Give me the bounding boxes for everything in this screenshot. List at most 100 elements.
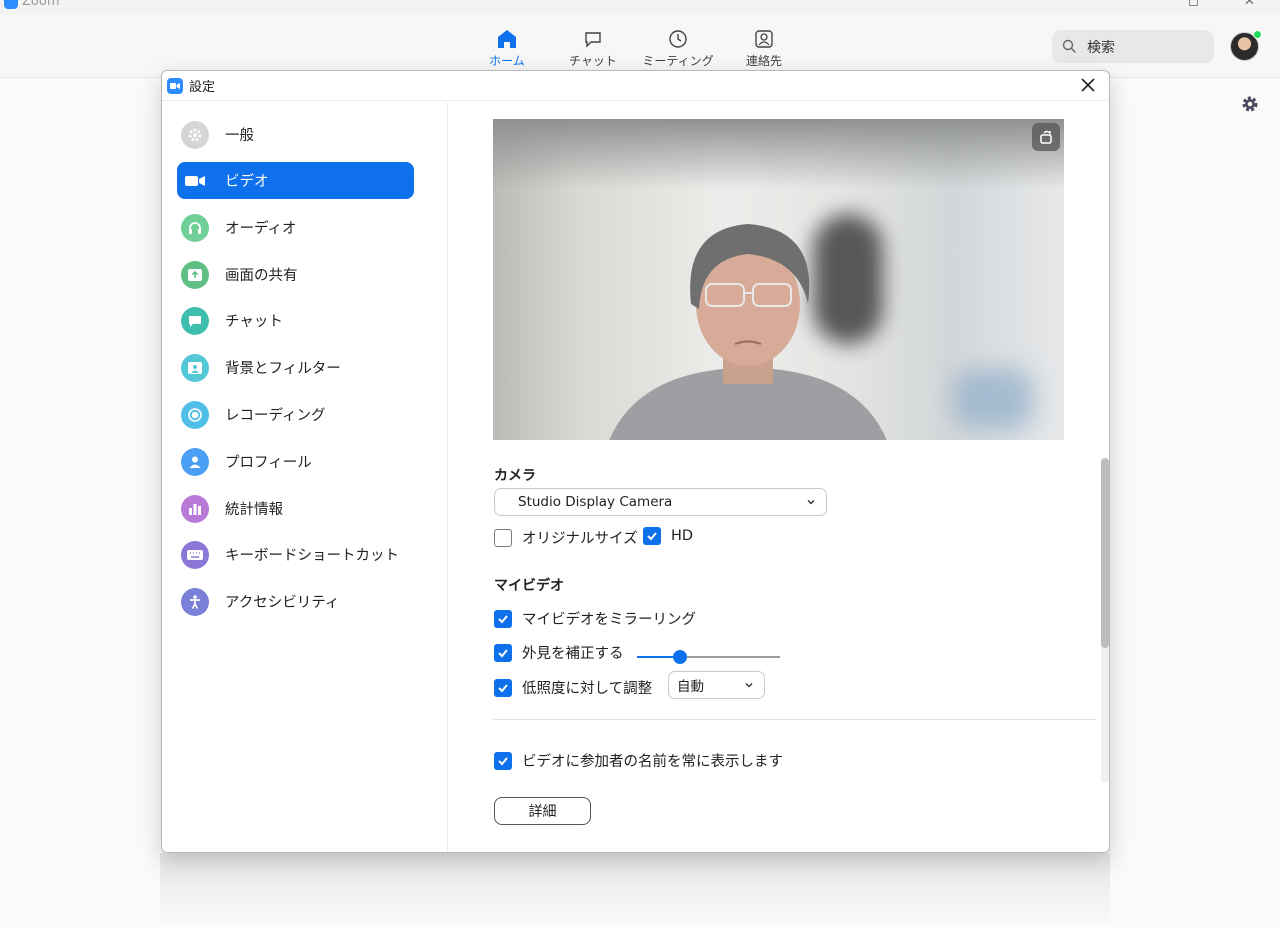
share-screen-icon — [181, 260, 209, 289]
show-names-row: ビデオに参加者の名前を常に表示します — [494, 750, 783, 771]
sidebar-item-label: キーボードショートカット — [225, 548, 399, 564]
sidebar-item-video[interactable]: ビデオ — [177, 162, 414, 199]
camera-select-value: Studio Display Camera — [518, 494, 673, 510]
app-titlebar: Zoom ◻ ✕ — [0, 0, 1280, 14]
gear-icon — [181, 120, 209, 149]
chat-icon — [553, 28, 633, 50]
sidebar-item-background[interactable]: 背景とフィルター — [177, 349, 414, 386]
sidebar-item-statistics[interactable]: 統計情報 — [177, 490, 414, 527]
section-divider — [493, 719, 1096, 720]
original-size-checkbox[interactable] — [494, 528, 512, 547]
tab-contacts-label: 連絡先 — [745, 54, 782, 68]
background-icon — [181, 353, 209, 382]
tab-meetings-label: ミーティング — [642, 54, 714, 68]
status-dot — [1253, 30, 1262, 39]
hd-checkbox[interactable] — [643, 527, 661, 545]
settings-dialog: 設定 一般 ビデオ オーディオ 画面の共有 チャット 背景とフィルター レコーデ… — [161, 70, 1110, 853]
sidebar-item-label: チャット — [225, 314, 283, 330]
headphones-icon — [181, 213, 209, 242]
tab-chat[interactable]: チャット — [553, 28, 633, 69]
zoom-logo-icon — [167, 77, 183, 94]
original-size-row: オリジナルサイズ — [494, 527, 638, 548]
record-icon — [181, 400, 209, 429]
home-icon — [467, 28, 547, 50]
dialog-title: 設定 — [189, 80, 216, 95]
close-window-icon[interactable]: ✕ — [1244, 0, 1255, 9]
low-light-select[interactable]: 自動 — [668, 671, 765, 699]
video-settings-panel: カメラ Studio Display Camera オリジナルサイズ HD マイ… — [449, 102, 1109, 852]
dialog-titlebar: 設定 — [162, 71, 1109, 101]
settings-sidebar: 一般 ビデオ オーディオ 画面の共有 チャット 背景とフィルター レコーディング… — [162, 102, 448, 852]
mirror-label: マイビデオをミラーリング — [522, 612, 696, 628]
low-light-checkbox[interactable] — [494, 678, 512, 697]
original-size-label: オリジナルサイズ — [522, 531, 638, 547]
sidebar-item-keyboard-shortcuts[interactable]: キーボードショートカット — [177, 536, 414, 573]
chevron-down-icon — [807, 500, 815, 505]
maximize-icon[interactable]: ◻ — [1188, 0, 1199, 9]
sidebar-item-label: 背景とフィルター — [225, 361, 341, 377]
slider-track — [680, 656, 780, 658]
show-names-label: ビデオに参加者の名前を常に表示します — [522, 754, 783, 770]
statistics-icon — [181, 494, 209, 523]
tab-chat-label: チャット — [569, 54, 617, 68]
zoom-logo-icon — [4, 0, 18, 9]
sidebar-item-audio[interactable]: オーディオ — [177, 209, 414, 246]
search-box[interactable]: 検索 — [1052, 30, 1214, 63]
sidebar-item-label: 統計情報 — [225, 502, 283, 518]
keyboard-icon — [181, 540, 209, 569]
accessibility-icon — [181, 587, 209, 616]
app-toolbar: ホーム チャット ミーティング 連絡先 検索 — [0, 14, 1280, 78]
checkmark-icon — [498, 614, 508, 623]
dialog-shadow — [160, 853, 1110, 927]
checkmark-icon — [498, 756, 508, 765]
camera-select[interactable]: Studio Display Camera — [494, 488, 827, 516]
chat-bubble-icon — [181, 306, 209, 335]
touch-up-label: 外見を補正する — [522, 646, 624, 662]
low-light-select-value: 自動 — [677, 679, 704, 695]
touch-up-checkbox[interactable] — [494, 643, 512, 662]
search-label: 検索 — [1087, 39, 1115, 56]
sidebar-item-label: プロフィール — [225, 455, 312, 471]
rotate-camera-button[interactable] — [1032, 123, 1060, 151]
video-camera-icon — [181, 167, 209, 195]
clock-icon — [638, 28, 718, 50]
sidebar-item-chat[interactable]: チャット — [177, 302, 414, 339]
sidebar-item-label: オーディオ — [225, 221, 297, 237]
checkmark-icon — [647, 532, 657, 541]
camera-preview — [493, 119, 1064, 440]
touch-up-slider[interactable] — [637, 650, 780, 664]
rotate-icon — [1040, 130, 1052, 144]
hd-label: HD — [671, 528, 694, 544]
chevron-down-icon — [745, 683, 753, 688]
sidebar-item-general[interactable]: 一般 — [177, 116, 414, 153]
close-icon[interactable] — [1079, 76, 1097, 94]
tab-home-label: ホーム — [489, 54, 525, 68]
camera-section-label: カメラ — [494, 468, 536, 484]
profile-icon — [181, 447, 209, 476]
checkmark-icon — [498, 648, 508, 657]
my-video-section-label: マイビデオ — [494, 578, 564, 594]
search-icon — [1062, 39, 1077, 54]
settings-gear-icon[interactable] — [1240, 94, 1260, 118]
tab-meetings[interactable]: ミーティング — [638, 28, 718, 69]
low-light-label: 低照度に対して調整 — [522, 681, 653, 697]
contact-icon — [724, 28, 804, 50]
tab-contacts[interactable]: 連絡先 — [724, 28, 804, 69]
tab-home[interactable]: ホーム — [467, 28, 547, 69]
mirror-checkbox[interactable] — [494, 609, 512, 628]
touch-up-row: 外見を補正する — [494, 642, 624, 663]
app-name-label: Zoom — [22, 0, 60, 9]
mirror-row: マイビデオをミラーリング — [494, 608, 696, 629]
show-names-checkbox[interactable] — [494, 751, 512, 770]
sidebar-item-accessibility[interactable]: アクセシビリティ — [177, 583, 414, 620]
sidebar-item-recording[interactable]: レコーディング — [177, 396, 414, 433]
low-light-row: 低照度に対して調整 — [494, 677, 652, 698]
scrollbar-thumb[interactable] — [1101, 458, 1109, 648]
sidebar-item-label: アクセシビリティ — [225, 595, 340, 611]
slider-knob[interactable] — [673, 650, 687, 664]
advanced-button[interactable]: 詳細 — [494, 797, 591, 825]
person-silhouette — [609, 224, 887, 440]
hd-row: HD — [643, 527, 693, 545]
sidebar-item-profile[interactable]: プロフィール — [177, 443, 414, 480]
sidebar-item-share-screen[interactable]: 画面の共有 — [177, 256, 414, 293]
